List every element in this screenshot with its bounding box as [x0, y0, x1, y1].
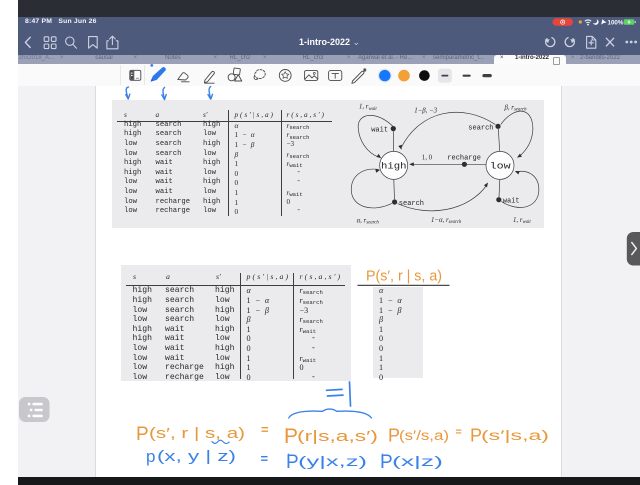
svg-text:1−α, rsearch: 1−α, rsearch	[431, 217, 462, 225]
svg-text:1−β, −3: 1−β, −3	[414, 108, 437, 115]
svg-text:=: =	[261, 422, 269, 437]
svg-text:p: p	[146, 447, 155, 466]
svg-text:1, 0: 1, 0	[422, 155, 433, 162]
svg-text:wait: wait	[503, 198, 520, 206]
svg-text:(x|z): (x|z)	[392, 453, 443, 469]
svg-text:β, rsearch: β, rsearch	[504, 104, 528, 112]
svg-text:1, rwait: 1, rwait	[513, 217, 531, 225]
svg-text:low: low	[490, 161, 512, 172]
svg-text:(s′|s,a): (s′|s,a)	[481, 428, 549, 443]
svg-text:(x, y | z): (x, y | z)	[157, 449, 236, 465]
svg-text:P(s′, r | s, a): P(s′, r | s, a)	[366, 269, 442, 285]
svg-text:100%: 100%	[608, 19, 624, 26]
svg-text:=: =	[456, 426, 462, 438]
svg-text:P: P	[136, 424, 149, 445]
svg-text:(s′, r | s, a): (s′, r | s, a)	[149, 426, 245, 442]
svg-text:(y|x,z): (y|x,z)	[298, 453, 367, 469]
svg-text:search: search	[399, 200, 424, 208]
svg-text:1, rwait: 1, rwait	[359, 104, 377, 112]
svg-text:high: high	[381, 161, 407, 172]
svg-text:(r|s,a,s′): (r|s,a,s′)	[297, 429, 378, 445]
svg-text:recharge: recharge	[447, 155, 481, 163]
svg-text:(s′/s,a): (s′/s,a)	[399, 428, 449, 443]
svg-text:search: search	[468, 124, 493, 132]
svg-text:wait: wait	[371, 127, 388, 135]
svg-text:α, rsearch: α, rsearch	[357, 217, 380, 225]
svg-text:=: =	[261, 451, 269, 466]
